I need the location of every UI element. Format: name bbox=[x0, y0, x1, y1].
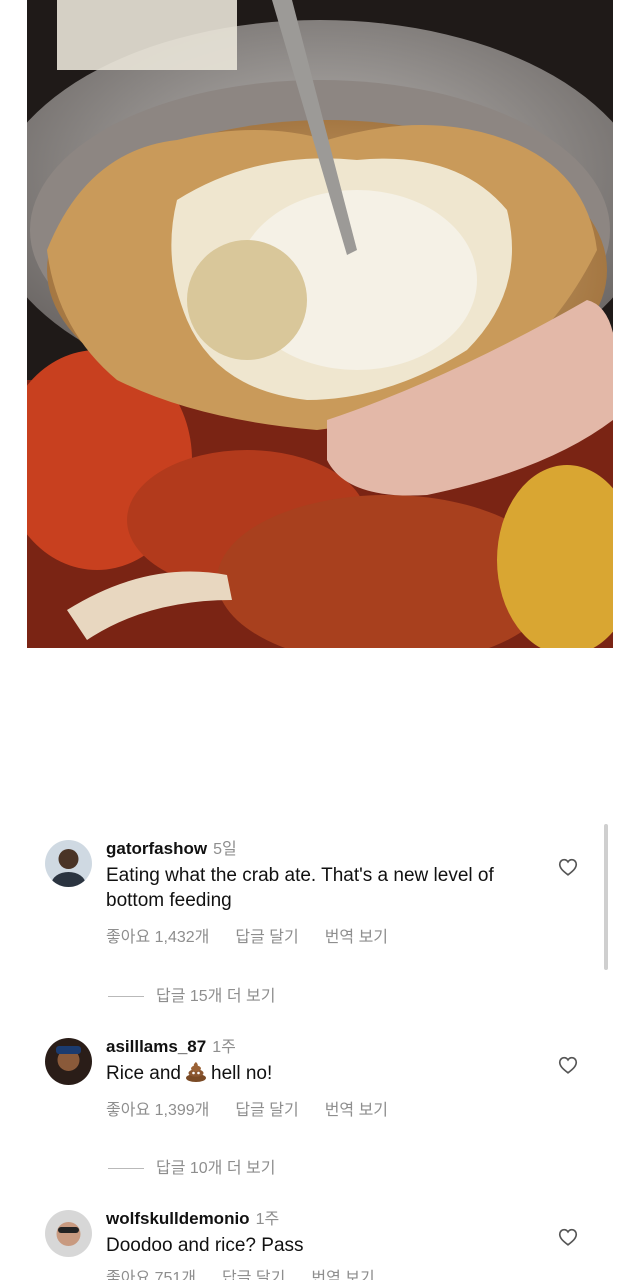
heart-icon[interactable] bbox=[557, 1226, 579, 1248]
comment-likes[interactable]: 좋아요 1,432개 bbox=[106, 929, 209, 946]
divider-line bbox=[108, 996, 144, 998]
comment-text: Eating what the crab ate. That's a new l… bbox=[106, 865, 494, 911]
avatar[interactable] bbox=[45, 1038, 92, 1085]
comment-time: 1주 bbox=[255, 1211, 280, 1228]
comment-username[interactable]: gatorfashow bbox=[106, 839, 207, 858]
reply-button[interactable]: 답글 달기 bbox=[222, 1270, 285, 1280]
comment-username[interactable]: wolfskulldemonio bbox=[106, 1209, 250, 1228]
avatar[interactable] bbox=[45, 1210, 92, 1257]
pile-of-poo-icon bbox=[186, 1062, 206, 1082]
comment-time: 1주 bbox=[212, 1039, 236, 1056]
view-replies-button[interactable]: 답글 10개 더 보기 bbox=[108, 1154, 275, 1178]
comment-likes[interactable]: 좋아요 1,399개 bbox=[106, 1102, 209, 1119]
comment-text: Doodoo and rice? Pass bbox=[106, 1235, 304, 1256]
translate-button[interactable]: 번역 보기 bbox=[311, 1270, 374, 1280]
reply-button[interactable]: 답글 달기 bbox=[235, 929, 298, 946]
view-replies-label: 답글 15개 더 보기 bbox=[156, 988, 276, 1005]
reply-button[interactable]: 답글 달기 bbox=[235, 1102, 298, 1119]
divider-line bbox=[108, 1168, 144, 1170]
avatar[interactable] bbox=[45, 840, 92, 887]
comment-text: Rice and hell no! bbox=[106, 1061, 546, 1086]
post-image[interactable] bbox=[27, 0, 613, 648]
comment-time: 5일 bbox=[213, 841, 237, 858]
crab-photo bbox=[27, 0, 613, 648]
view-replies-button[interactable]: 답글 15개 더 보기 bbox=[108, 982, 275, 1006]
heart-icon[interactable] bbox=[557, 856, 579, 878]
comment-text-end: hell no! bbox=[211, 1063, 273, 1084]
view-replies-label: 답글 10개 더 보기 bbox=[156, 1160, 276, 1177]
heart-icon[interactable] bbox=[557, 1054, 579, 1076]
comment-text-start: Rice and bbox=[106, 1063, 181, 1084]
scrollbar[interactable] bbox=[604, 824, 608, 970]
translate-button[interactable]: 번역 보기 bbox=[325, 1102, 388, 1119]
translate-button[interactable]: 번역 보기 bbox=[325, 929, 388, 946]
comment-likes[interactable]: 좋아요 751개 bbox=[106, 1270, 196, 1280]
comment-username[interactable]: asilllams_87 bbox=[106, 1037, 206, 1056]
